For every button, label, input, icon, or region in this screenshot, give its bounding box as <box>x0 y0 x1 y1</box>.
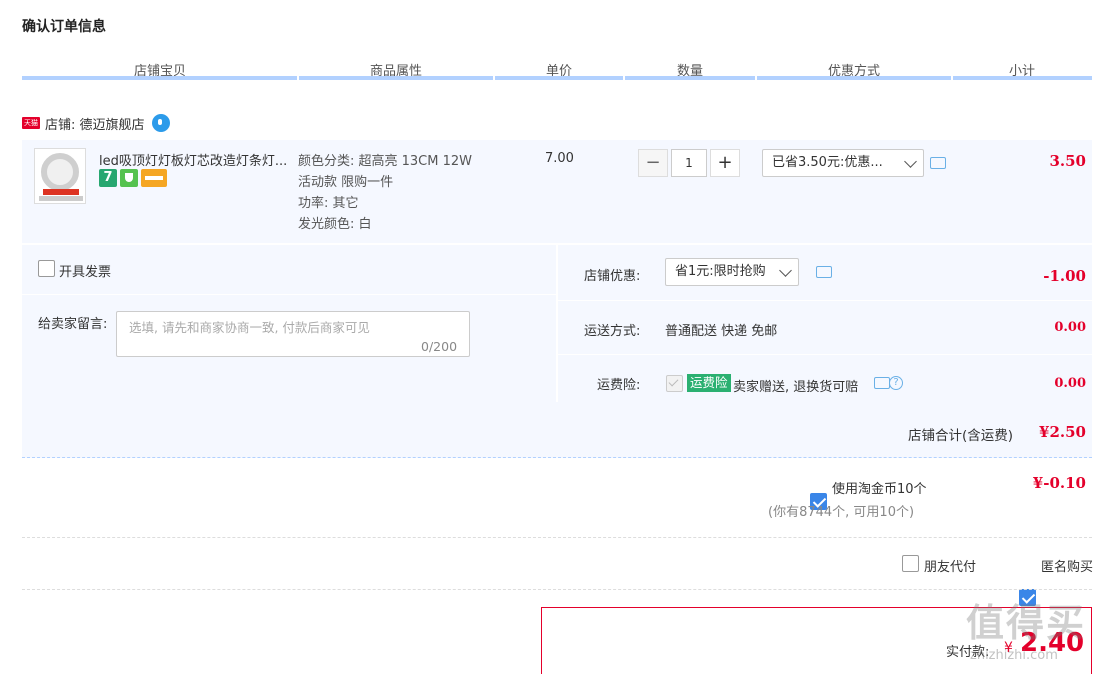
shop-discount-select[interactable]: 省1元:限时抢购 <box>665 258 799 286</box>
message-icon[interactable] <box>816 266 832 278</box>
quantity-input[interactable]: 1 <box>671 149 707 177</box>
column-divider <box>495 76 623 80</box>
anonymous-purchase-label: 匿名购买 <box>1041 560 1094 575</box>
attribute-color: 颜色分类: 超高亮 13CM 12W <box>298 154 473 169</box>
attribute-power: 功率: 其它 <box>298 196 359 211</box>
divider <box>558 354 1092 355</box>
insurance-amount: 0.00 <box>1054 376 1086 391</box>
item-subtotal: 3.50 <box>1049 152 1086 170</box>
column-divider <box>22 76 297 80</box>
memo-placeholder: 选填, 请先和商家协商一致, 付款后商家可见 <box>129 320 370 335</box>
page-title: 确认订单信息 <box>22 19 106 35</box>
chevron-down-icon <box>904 155 917 168</box>
tmall-badge-icon: 天猫 <box>22 117 40 129</box>
unit-price: 7.00 <box>545 151 574 166</box>
shop-discount-label: 店铺优惠: <box>584 269 641 284</box>
shipping-amount: 0.00 <box>1054 320 1086 335</box>
seven-day-return-icon: 7 <box>99 169 117 187</box>
insurance-checkbox <box>666 375 683 392</box>
friend-pay-label: 朋友代付 <box>924 560 977 575</box>
attribute-promo: 活动款 限购一件 <box>298 175 394 190</box>
shop-header: 天猫 店铺: 德迈旗舰店 <box>22 113 170 133</box>
insurance-tag: 运费险 <box>687 374 731 392</box>
shop-name-link[interactable]: 店铺: 德迈旗舰店 <box>45 114 145 133</box>
item-discount-select[interactable]: 已省3.50元:优惠... <box>762 149 924 177</box>
divider <box>558 300 1092 301</box>
friend-pay-checkbox[interactable] <box>902 555 919 572</box>
quantity-minus-button[interactable]: − <box>638 149 668 177</box>
invoice-checkbox[interactable] <box>38 260 55 277</box>
divider <box>22 537 1092 538</box>
column-divider <box>953 76 1092 80</box>
help-icon[interactable]: ? <box>889 376 903 390</box>
taojinbi-label: 使用淘金币10个 <box>832 482 927 497</box>
watermark-logo: 值得买 <box>966 601 1087 645</box>
column-divider <box>299 76 493 80</box>
item-discount-value: 已省3.50元:优惠... <box>772 155 883 170</box>
shop-total-amount: ¥2.50 <box>1039 423 1086 441</box>
message-icon[interactable] <box>874 377 890 389</box>
memo-label: 给卖家留言: <box>38 317 108 332</box>
shop-total-label: 店铺合计(含运费) <box>908 428 1014 444</box>
divider <box>22 294 556 295</box>
quantity-stepper: − 1 + <box>638 149 740 177</box>
insurance-description: 卖家赠送, 退换货可赔 <box>733 380 859 395</box>
shop-discount-amount: -1.00 <box>1043 267 1086 285</box>
shipping-method: 普通配送 快递 免邮 <box>665 324 778 339</box>
divider <box>22 589 1092 590</box>
taojinbi-balance-note: (你有8744个, 可用10个) <box>768 505 915 520</box>
product-thumbnail[interactable] <box>34 148 86 204</box>
wangwang-chat-icon[interactable] <box>151 114 170 132</box>
message-icon[interactable] <box>930 157 946 169</box>
quantity-plus-button[interactable]: + <box>710 149 740 177</box>
taojinbi-amount: ¥-0.10 <box>1032 474 1086 492</box>
shop-discount-value: 省1元:限时抢购 <box>675 264 766 279</box>
credit-card-icon <box>141 169 167 187</box>
column-divider <box>757 76 951 80</box>
shield-guarantee-icon <box>120 169 138 187</box>
invoice-label: 开具发票 <box>59 265 112 280</box>
insurance-label: 运费险: <box>597 378 641 393</box>
shipping-label: 运送方式: <box>584 324 641 339</box>
watermark-url: zhizhizhi.com <box>970 648 1058 663</box>
product-title-link[interactable]: led吸顶灯灯板灯芯改造灯条灯... <box>99 150 287 169</box>
service-badges: 7 <box>99 169 167 187</box>
memo-char-count: 0/200 <box>421 339 458 354</box>
column-divider <box>625 76 755 80</box>
attribute-light-color: 发光颜色: 白 <box>298 217 372 232</box>
chevron-down-icon <box>779 264 792 277</box>
